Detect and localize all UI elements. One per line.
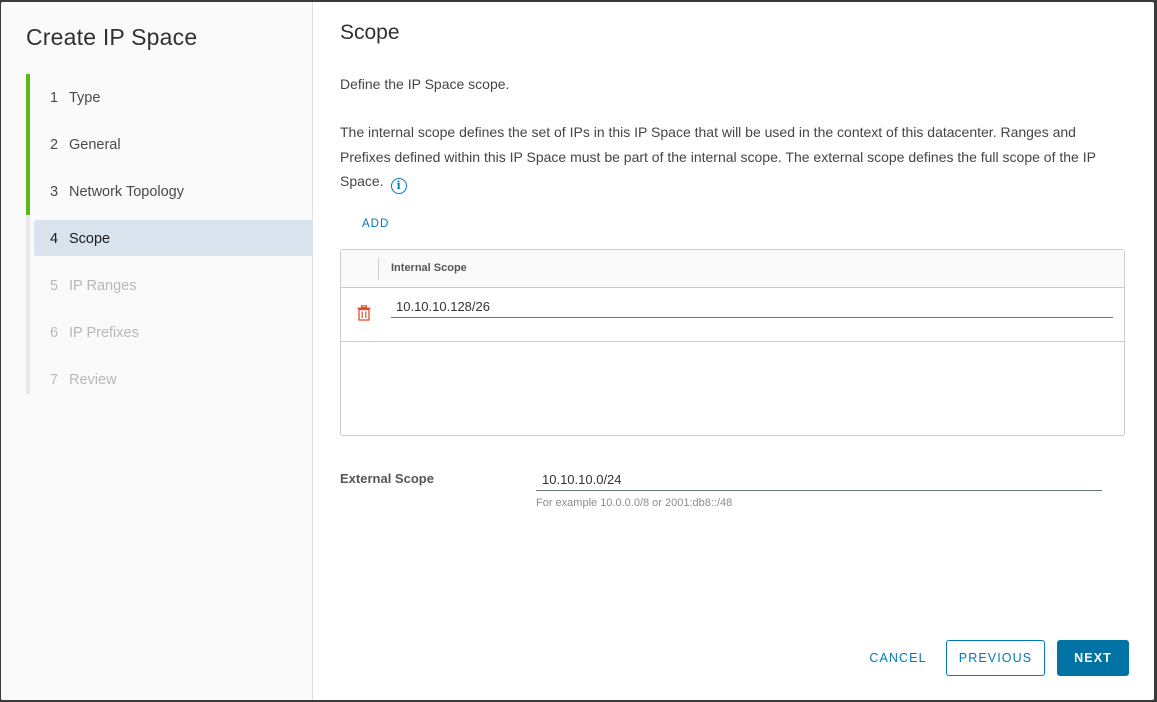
external-scope-input[interactable]	[536, 469, 1102, 491]
step-number: 4	[50, 230, 59, 247]
previous-button[interactable]: PREVIOUS	[946, 640, 1045, 676]
step-progress-bar	[26, 168, 30, 215]
add-internal-scope-button[interactable]: ADD	[362, 218, 389, 230]
step-number: 1	[50, 89, 59, 106]
page-title: Scope	[340, 21, 400, 44]
internal-scope-grid: Internal Scope	[340, 249, 1125, 436]
step-label: General	[69, 136, 121, 153]
step-number: 6	[50, 324, 59, 341]
step-type[interactable]: 1 Type	[26, 74, 313, 121]
step-label: Scope	[69, 230, 111, 247]
step-number: 5	[50, 277, 59, 294]
external-scope-helper: For example 10.0.0.0/8 or 2001:db8::/48	[536, 497, 733, 509]
step-progress-bar	[26, 309, 30, 356]
step-progress-bar	[26, 121, 30, 168]
wizard-sidebar: Create IP Space 1 Type 2 General 3 Netwo…	[1, 2, 313, 700]
step-ip-ranges: 5 IP Ranges	[26, 262, 313, 309]
column-separator	[378, 258, 379, 279]
step-progress-bar	[26, 356, 30, 394]
step-progress-bar	[26, 215, 30, 262]
table-row	[341, 288, 1124, 342]
internal-scope-input[interactable]	[391, 296, 1113, 318]
page-subtitle: Define the IP Space scope.	[340, 76, 510, 92]
step-label: IP Ranges	[69, 277, 137, 294]
info-circle-icon[interactable]: i	[390, 178, 407, 194]
column-header-internal-scope: Internal Scope	[391, 262, 467, 274]
external-scope-label: External Scope	[340, 471, 434, 486]
description-text: The internal scope defines the set of IP…	[340, 124, 1096, 189]
step-scope[interactable]: 4 Scope	[26, 215, 313, 262]
step-label: Type	[69, 89, 101, 106]
step-general[interactable]: 2 General	[26, 121, 313, 168]
wizard-content: Scope Define the IP Space scope. The int…	[313, 2, 1154, 700]
step-number: 2	[50, 136, 59, 153]
step-number: 7	[50, 371, 59, 388]
cancel-button[interactable]: CANCEL	[858, 640, 938, 676]
step-review: 7 Review	[26, 356, 313, 403]
wizard-steps: 1 Type 2 General 3 Network Topology 4 Sc…	[26, 74, 313, 403]
step-label: IP Prefixes	[69, 324, 139, 341]
grid-header: Internal Scope	[341, 250, 1124, 288]
step-network-topology[interactable]: 3 Network Topology	[26, 168, 313, 215]
trash-icon[interactable]	[357, 305, 371, 321]
next-button[interactable]: NEXT	[1057, 640, 1129, 676]
step-ip-prefixes: 6 IP Prefixes	[26, 309, 313, 356]
step-progress-bar	[26, 262, 30, 309]
create-ip-space-dialog: Create IP Space 1 Type 2 General 3 Netwo…	[1, 2, 1154, 700]
scope-description: The internal scope defines the set of IP…	[340, 120, 1110, 194]
step-progress-bar	[26, 74, 30, 121]
step-number: 3	[50, 183, 59, 200]
wizard-title: Create IP Space	[26, 24, 198, 50]
step-label: Network Topology	[69, 183, 184, 200]
step-label: Review	[69, 371, 117, 388]
